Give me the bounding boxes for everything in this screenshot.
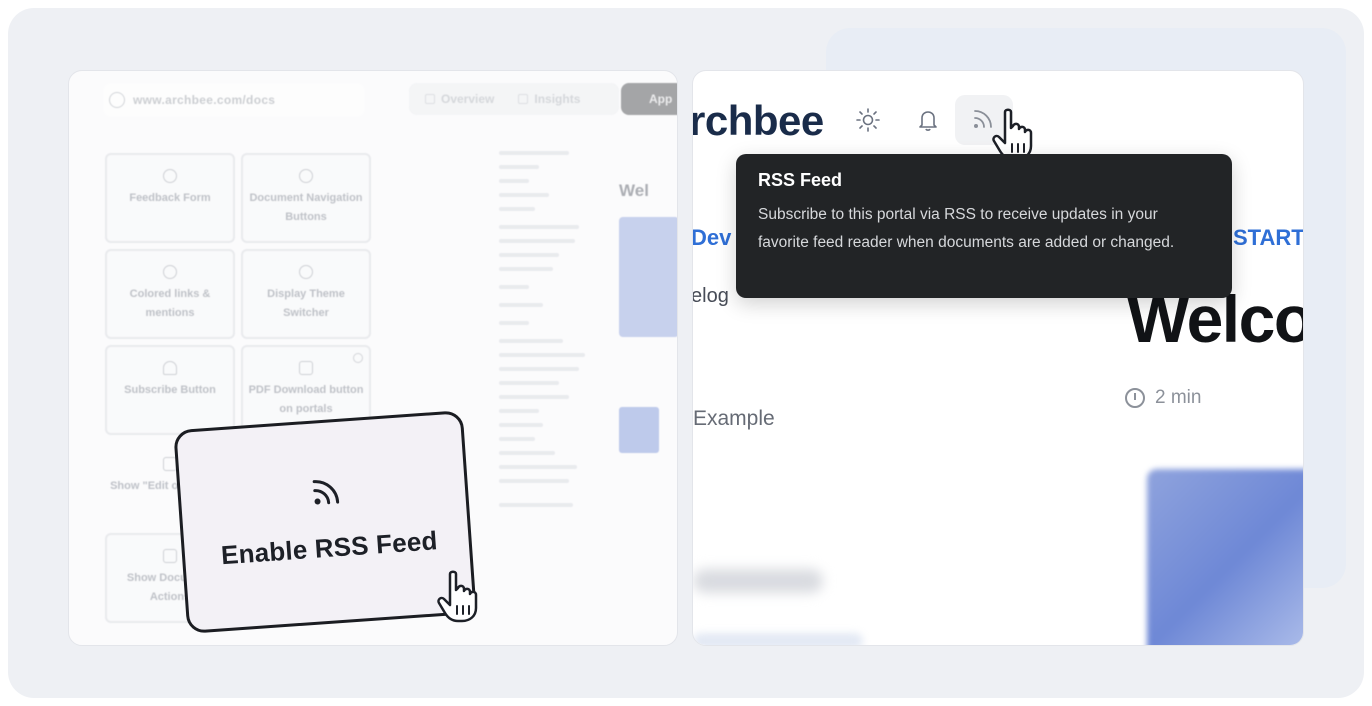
sun-icon[interactable] <box>855 107 881 133</box>
tooltip-body: Subscribe to this portal via RSS to rece… <box>758 206 1175 251</box>
enable-rss-label: Enable RSS Feed <box>220 525 439 571</box>
hand-cursor-icon <box>437 570 478 623</box>
doc-preview-heading: Wel <box>619 181 649 200</box>
url-bar[interactable]: www.archbee.com/docs <box>103 83 365 117</box>
sidebar-line <box>499 225 579 229</box>
sidebar-line <box>499 381 559 385</box>
clock-icon <box>1125 388 1145 408</box>
rss-icon <box>312 480 340 505</box>
sidebar-line <box>499 451 555 455</box>
sidebar-line <box>499 409 539 413</box>
card-label: Subscribe Button <box>124 384 216 396</box>
nav-link-start[interactable]: START <box>1233 225 1303 251</box>
bell-icon <box>163 361 177 375</box>
sidebar-line <box>499 179 529 183</box>
feature-card-colored-links[interactable]: Colored links & mentions <box>105 249 235 339</box>
nav-link-dev[interactable]: Dev <box>693 225 731 251</box>
doc-preview-sidebar <box>499 151 609 631</box>
feature-card-navigation[interactable]: Document Navigation Buttons <box>241 153 371 243</box>
sidebar-line <box>499 151 569 155</box>
overview-icon <box>425 94 435 104</box>
sidebar-line <box>499 321 529 325</box>
card-label: Feedback Form <box>129 192 211 204</box>
sidebar-line <box>499 367 579 371</box>
read-time: 2 min <box>1125 387 1201 409</box>
enable-rss-card[interactable]: Enable RSS Feed <box>173 410 477 634</box>
bell-icon[interactable] <box>915 107 941 133</box>
tab-insights[interactable]: Insights <box>518 92 580 106</box>
sidebar-line <box>499 395 569 399</box>
blurred-sidebar-item <box>693 633 863 645</box>
doc-preview-image <box>619 217 677 337</box>
sidebar-line <box>499 339 563 343</box>
tooltip-title: RSS Feed <box>758 170 843 190</box>
doc-preview-image <box>619 407 659 453</box>
app-button[interactable]: App <box>621 83 677 115</box>
sidebar-line <box>499 267 553 271</box>
document-icon <box>163 549 177 563</box>
insights-icon <box>518 94 529 104</box>
read-time-value: 2 min <box>1155 387 1202 408</box>
card-label: Display Theme Switcher <box>267 288 345 319</box>
sidebar-line <box>499 437 535 441</box>
hero-image <box>1147 469 1303 645</box>
sidebar-line <box>499 303 543 307</box>
sidebar-line <box>499 239 575 243</box>
tab-label: Overview <box>441 92 495 106</box>
palette-icon <box>163 265 177 279</box>
sidebar-line <box>499 465 577 469</box>
blurred-sidebar-item <box>693 569 823 593</box>
sidebar-line <box>499 353 585 357</box>
feature-card-theme-switcher[interactable]: Display Theme Switcher <box>241 249 371 339</box>
sidebar-item-changelog[interactable]: elog <box>693 285 729 308</box>
tab-overview[interactable]: Overview <box>425 92 494 106</box>
sidebar-line <box>499 193 549 197</box>
rss-tooltip: RSS Feed Subscribe to this portal via RS… <box>736 154 1232 298</box>
sidebar-line <box>499 253 559 257</box>
top-tabs: Overview Insights <box>409 83 619 115</box>
brand-logo[interactable]: rchbee <box>693 97 824 145</box>
sidebar-line <box>499 207 535 211</box>
sidebar-line <box>499 285 529 289</box>
thumbs-icon <box>163 169 177 183</box>
info-icon <box>353 353 363 363</box>
feature-card-subscribe[interactable]: Subscribe Button <box>105 345 235 435</box>
url-text: www.archbee.com/docs <box>133 93 276 107</box>
sun-icon <box>299 265 313 279</box>
sidebar-item-example[interactable]: Example <box>693 407 775 431</box>
download-icon <box>299 361 313 375</box>
sidebar-line <box>499 503 573 507</box>
card-label: Colored links & mentions <box>129 288 211 319</box>
sidebar-line <box>499 423 543 427</box>
sidebar-line <box>499 165 539 169</box>
arrows-icon <box>299 169 313 183</box>
card-label: PDF Download button on portals <box>248 384 364 415</box>
doc-preview-main: Wel <box>619 181 677 641</box>
card-label: Document Navigation Buttons <box>249 192 363 223</box>
feature-card-feedback[interactable]: Feedback Form <box>105 153 235 243</box>
tab-label: Insights <box>534 92 581 106</box>
sidebar-line <box>499 479 569 483</box>
globe-icon <box>109 92 125 108</box>
